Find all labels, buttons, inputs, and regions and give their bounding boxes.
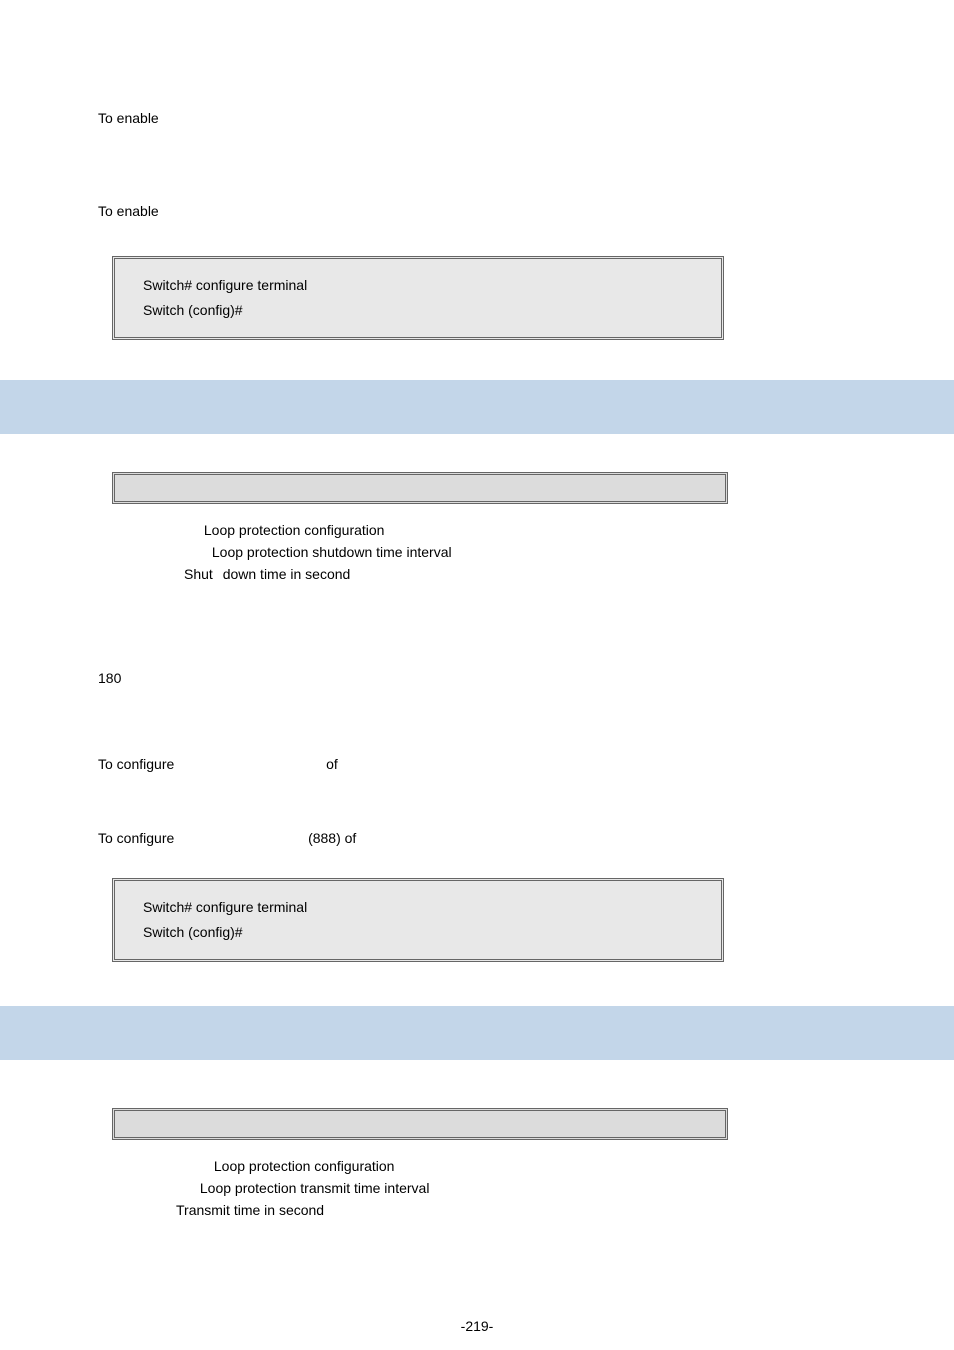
- terminal-line: Switch (config)#: [143, 922, 693, 943]
- param-line: Loop protection shutdown time interval: [184, 544, 856, 560]
- terminal-box-1: Switch# configure terminal Switch (confi…: [112, 256, 724, 340]
- section-banner-1: [0, 380, 954, 434]
- param-line: Loop protection configuration: [184, 1158, 856, 1174]
- terminal-box-2: Switch# configure terminal Switch (confi…: [112, 878, 724, 962]
- param-line: Shut down time in second: [184, 566, 856, 582]
- param-text: Transmit time in second: [176, 1202, 324, 1218]
- enable-text-2: To enable: [98, 201, 856, 222]
- usage-line-1: To configure of: [98, 756, 856, 772]
- page-number: -219-: [0, 1318, 954, 1334]
- usage-text: To configure: [98, 756, 174, 772]
- syntax-box-1: [112, 472, 728, 504]
- param-text: Shut: [184, 566, 213, 582]
- section-banner-2: [0, 1006, 954, 1060]
- default-value: 180: [98, 670, 856, 686]
- terminal-line: Switch# configure terminal: [143, 275, 693, 296]
- param-text: down time in second: [223, 566, 351, 582]
- param-text: Loop protection configuration: [214, 1158, 395, 1174]
- usage-text: (888) of: [308, 830, 356, 846]
- param-line: Loop protection transmit time interval: [184, 1180, 856, 1196]
- usage-text: of: [326, 756, 338, 772]
- syntax-box-2: [112, 1108, 728, 1140]
- usage-text: To configure: [98, 830, 174, 846]
- enable-text-1: To enable: [98, 108, 856, 129]
- param-text: Loop protection shutdown time interval: [212, 544, 452, 560]
- param-line: Loop protection configuration: [184, 522, 856, 538]
- param-text: Loop protection transmit time interval: [200, 1180, 430, 1196]
- terminal-line: Switch# configure terminal: [143, 897, 693, 918]
- usage-line-2: To configure (888) of: [98, 830, 856, 846]
- param-line: Transmit time in second: [176, 1202, 856, 1218]
- terminal-line: Switch (config)#: [143, 300, 693, 321]
- param-text: Loop protection configuration: [204, 522, 385, 538]
